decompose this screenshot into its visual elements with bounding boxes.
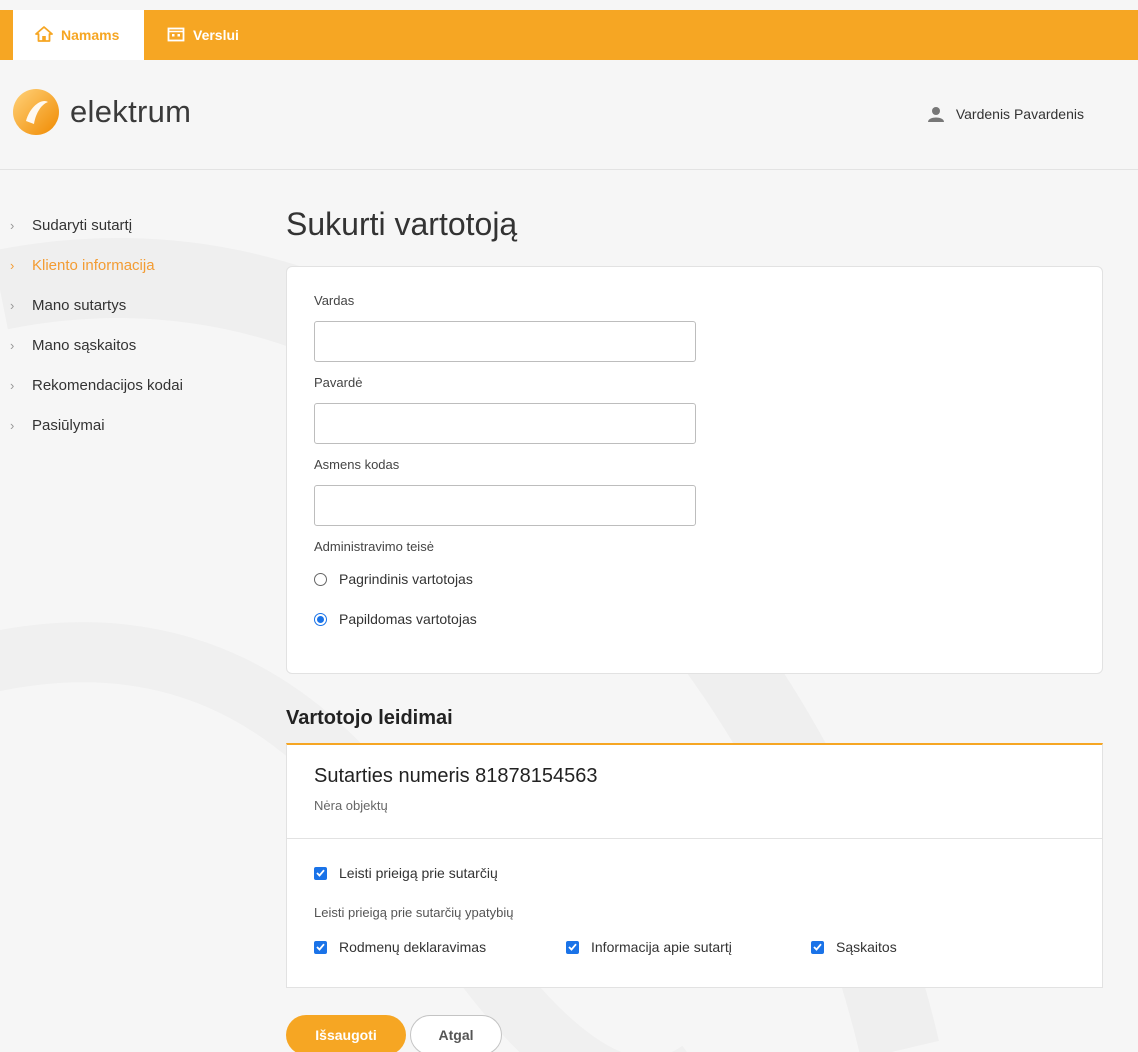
admin-rights-label: Administravimo teisė	[314, 539, 434, 554]
header: elektrum Vardenis Pavardenis	[0, 60, 1138, 170]
logo[interactable]: elektrum	[12, 88, 191, 136]
feature-rodmenu-deklaravimas[interactable]: Rodmenų deklaravimas	[314, 939, 486, 955]
sidebar-item-mano-sutartys[interactable]: › Mano sutartys	[10, 285, 250, 325]
home-icon	[35, 25, 53, 45]
chevron-right-icon: ›	[10, 217, 15, 233]
page-title: Sukurti vartotoją	[286, 206, 518, 242]
top-bar: Namams Verslui	[0, 10, 1138, 60]
chevron-right-icon: ›	[10, 297, 15, 313]
tab-verslui-label: Verslui	[193, 27, 239, 43]
tab-namams[interactable]: Namams	[10, 10, 144, 60]
vardas-input[interactable]	[314, 321, 696, 362]
pavarde-label: Pavardė	[314, 375, 363, 390]
radio-pagrindinis-vartotojas[interactable]: Pagrindinis vartotojas	[314, 571, 473, 587]
chevron-right-icon: ›	[10, 337, 15, 353]
page: Namams Verslui elektrum Vardenis Pavarde…	[0, 0, 1138, 1052]
radio-papildomas-vartotojas[interactable]: Papildomas vartotojas	[314, 611, 477, 627]
no-objects-text: Nėra objektų	[314, 798, 388, 813]
checkbox-checked[interactable]	[314, 940, 327, 954]
sidebar-item-label: Sudaryti sutartį	[32, 216, 133, 234]
sidebar-item-label: Mano sutartys	[32, 296, 127, 314]
divider	[287, 838, 1102, 839]
checkbox-checked[interactable]	[314, 866, 327, 880]
sidebar-item-rekomendacijos-kodai[interactable]: › Rekomendacijos kodai	[10, 365, 250, 405]
radio-button[interactable]	[314, 572, 327, 586]
checkbox-checked[interactable]	[811, 940, 824, 954]
checkbox-checked[interactable]	[566, 940, 579, 954]
sidebar-item-label: Rekomendacijos kodai	[32, 376, 183, 394]
feature-saskaitos[interactable]: Sąskaitos	[811, 939, 897, 955]
sidebar-item-kliento-informacija[interactable]: › Kliento informacija	[10, 245, 250, 285]
chevron-right-icon: ›	[10, 377, 15, 393]
user-menu[interactable]: Vardenis Pavardenis	[927, 106, 1084, 122]
user-icon	[927, 107, 944, 122]
contract-number: Sutarties numeris 81878154563	[314, 765, 598, 787]
building-icon	[167, 26, 185, 45]
save-button[interactable]: Išsaugoti	[286, 1015, 406, 1052]
checkbox-label: Sąskaitos	[836, 939, 897, 955]
back-button[interactable]: Atgal	[410, 1015, 502, 1052]
radio-label: Papildomas vartotojas	[339, 611, 477, 627]
pavarde-input[interactable]	[314, 403, 696, 444]
create-user-form: Vardas Pavardė Asmens kodas Administravi…	[286, 266, 1103, 674]
tab-namams-label: Namams	[61, 27, 120, 43]
sidebar-item-label: Pasiūlymai	[32, 416, 105, 434]
sidebar-nav: › Sudaryti sutartį › Kliento informacija…	[10, 205, 250, 445]
asmens-kodas-input[interactable]	[314, 485, 696, 526]
checkbox-label: Rodmenų deklaravimas	[339, 939, 487, 955]
tab-verslui[interactable]: Verslui	[167, 10, 239, 60]
checkbox-label: Informacija apie sutartį	[591, 939, 732, 955]
sidebar-item-label: Mano sąskaitos	[32, 336, 137, 354]
sidebar-item-sudaryti-sutarti[interactable]: › Sudaryti sutartį	[10, 205, 250, 245]
logo-text: elektrum	[70, 94, 192, 129]
sidebar-item-pasiulymai[interactable]: › Pasiūlymai	[10, 405, 250, 445]
user-name: Vardenis Pavardenis	[955, 106, 1084, 122]
radio-button-checked[interactable]	[314, 612, 327, 626]
chevron-right-icon: ›	[10, 417, 15, 433]
elektrum-logo-icon	[13, 89, 59, 135]
checkbox-label: Leisti prieigą prie sutarčių	[339, 865, 498, 881]
permissions-section-title: Vartotojo leidimai	[286, 707, 453, 729]
asmens-kodas-label: Asmens kodas	[314, 457, 400, 472]
sidebar-item-mano-saskaitos[interactable]: › Mano sąskaitos	[10, 325, 250, 365]
allow-contracts-checkbox-row[interactable]: Leisti prieigą prie sutarčių	[314, 865, 498, 881]
feature-informacija-apie-sutarti[interactable]: Informacija apie sutartį	[566, 939, 732, 955]
chevron-right-icon: ›	[10, 257, 15, 273]
allow-features-label: Leisti prieigą prie sutarčių ypatybių	[314, 905, 514, 920]
sidebar-item-label: Kliento informacija	[32, 256, 155, 274]
radio-label: Pagrindinis vartotojas	[339, 571, 473, 587]
vardas-label: Vardas	[314, 293, 355, 308]
permissions-card: Sutarties numeris 81878154563 Nėra objek…	[286, 743, 1103, 988]
